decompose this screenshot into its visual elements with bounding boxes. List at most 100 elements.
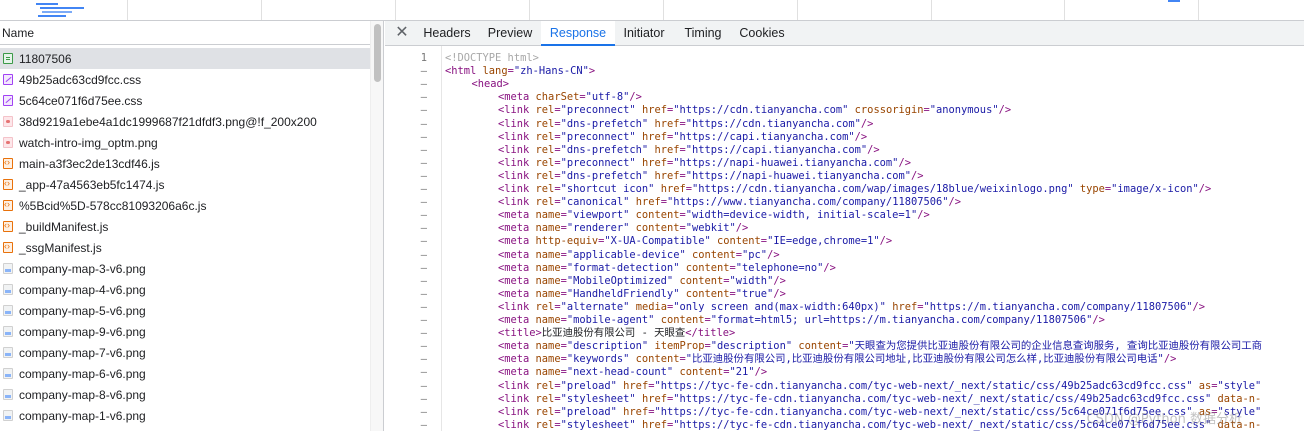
source-text: <head> bbox=[472, 78, 510, 91]
source-token: "stylesheet" bbox=[560, 392, 636, 405]
source-token: "preconnect" bbox=[560, 130, 636, 143]
request-list-scrollbar[interactable] bbox=[370, 21, 383, 431]
source-line: – <link rel="preconnect" href="https://cd… bbox=[385, 104, 1304, 117]
image-file-icon bbox=[3, 116, 13, 127]
source-token: <link bbox=[498, 392, 536, 405]
source-token: "IE=edge,chrome=1" bbox=[767, 235, 880, 248]
request-row[interactable]: _app-47a4563eb5fc1474.js bbox=[0, 174, 370, 195]
tab-headers[interactable]: Headers bbox=[415, 21, 479, 46]
request-row[interactable]: company-map-1-v6.png bbox=[0, 405, 370, 426]
source-line: – <meta name="format-detection" content="… bbox=[385, 262, 1304, 275]
source-line: – <meta name="MobileOptimized" content="w… bbox=[385, 275, 1304, 288]
source-token: "canonical" bbox=[560, 196, 630, 209]
waterfall-gridline bbox=[529, 0, 530, 20]
tab-cookies[interactable]: Cookies bbox=[733, 21, 791, 46]
source-token: "applicable-device" bbox=[566, 248, 686, 261]
source-token: content bbox=[798, 340, 843, 353]
request-row[interactable]: company-map-7-v6.png bbox=[0, 342, 370, 363]
source-token: "dns-prefetch" bbox=[560, 117, 649, 130]
image-file-icon bbox=[3, 389, 13, 400]
request-row[interactable]: company-map-9-v6.png bbox=[0, 321, 370, 342]
request-row[interactable]: 38d9219a1ebe4a1dc1999687f21dfdf3.png@!f_… bbox=[0, 111, 370, 132]
source-line: – <title>比亚迪股份有限公司 - 天眼查</title> bbox=[385, 327, 1304, 340]
tab-timing[interactable]: Timing bbox=[674, 21, 732, 46]
source-text: <meta name="MobileOptimized" content="wi… bbox=[498, 275, 786, 288]
line-number: – bbox=[420, 353, 427, 366]
source-token: /> bbox=[754, 366, 768, 379]
source-line: – <meta name="viewport" content="width=de… bbox=[385, 209, 1304, 222]
source-text: <meta name="keywords" content="比亚迪股份有限公司… bbox=[498, 353, 1176, 366]
line-number: – bbox=[420, 379, 427, 392]
request-row[interactable]: main-a3f3ec2de13cdf46.js bbox=[0, 153, 370, 174]
close-icon[interactable]: ✕ bbox=[393, 24, 411, 42]
source-token: "https://tyc-fe-cdn.tianyancha.com/tyc-w… bbox=[654, 379, 1193, 392]
source-text: <meta name="viewport" content="width=dev… bbox=[498, 209, 930, 222]
source-line: – <link rel="preconnect" href="https://na… bbox=[385, 157, 1304, 170]
request-row[interactable]: company-map-5-v6.png bbox=[0, 300, 370, 321]
source-token: <link bbox=[498, 156, 536, 169]
request-row[interactable]: _ssgManifest.js bbox=[0, 237, 370, 258]
source-line: – <head> bbox=[385, 78, 1304, 91]
source-text: <meta name="description" itemProp="descr… bbox=[498, 340, 1262, 353]
source-token: rel bbox=[535, 104, 555, 117]
source-token: rel bbox=[535, 169, 555, 182]
tab-initiator[interactable]: Initiator bbox=[616, 21, 672, 46]
source-token: "viewport" bbox=[566, 209, 630, 222]
request-name: company-map-8-v6.png bbox=[19, 387, 146, 402]
source-token: <link bbox=[498, 300, 536, 313]
source-token: "MobileOptimized" bbox=[566, 274, 674, 287]
source-line: – <meta name="next-head-count" content="2… bbox=[385, 366, 1304, 379]
image-file-icon bbox=[3, 368, 13, 379]
script-file-icon bbox=[3, 156, 13, 169]
source-token: type bbox=[1079, 183, 1105, 195]
name-column-header[interactable]: Name bbox=[0, 21, 383, 45]
line-number: – bbox=[420, 366, 427, 379]
source-token: <link bbox=[498, 418, 536, 431]
source-token: "format-detection" bbox=[566, 261, 680, 274]
request-row[interactable]: company-map-3-v6.png bbox=[0, 258, 370, 279]
request-row[interactable]: _buildManifest.js bbox=[0, 216, 370, 237]
request-row[interactable]: 11807506 bbox=[0, 48, 370, 69]
source-token: /> bbox=[823, 261, 836, 274]
source-token: "zh-Hans-CN" bbox=[513, 65, 589, 78]
network-waterfall-overview[interactable] bbox=[0, 0, 1304, 21]
source-token: rel bbox=[535, 418, 555, 431]
request-row[interactable]: company-map-4-v6.png bbox=[0, 279, 370, 300]
line-number: – bbox=[420, 104, 427, 117]
tab-preview[interactable]: Preview bbox=[480, 21, 540, 46]
request-row[interactable]: 5c64ce071f6d75ee.css bbox=[0, 90, 370, 111]
source-token: /> bbox=[917, 209, 930, 222]
request-name: _buildManifest.js bbox=[19, 219, 109, 234]
document-icon bbox=[3, 53, 13, 64]
script-file-icon bbox=[3, 198, 13, 211]
request-name: company-map-5-v6.png bbox=[19, 303, 146, 318]
source-token: "21" bbox=[729, 366, 755, 379]
request-row[interactable]: company-map-6-v6.png bbox=[0, 363, 370, 384]
watermark: CSDN @Python 数据分析 bbox=[1086, 412, 1242, 427]
source-token: "https://capi.tianyancha.com" bbox=[685, 143, 868, 156]
line-number: – bbox=[420, 78, 427, 91]
source-token: "https://napi-huawei.tianyancha.com" bbox=[685, 169, 911, 182]
source-line: – <link rel="dns-prefetch" href="https://… bbox=[385, 170, 1304, 183]
request-row[interactable]: company-map-8-v6.png bbox=[0, 384, 370, 405]
source-token: href bbox=[623, 379, 649, 392]
line-number: – bbox=[420, 130, 427, 143]
scrollbar-thumb[interactable] bbox=[374, 24, 381, 82]
source-line: – <link rel="shortcut icon" href="https:/… bbox=[385, 183, 1304, 196]
source-token: "shortcut icon" bbox=[560, 183, 655, 195]
source-line: – <link rel="stylesheet" href="https://ty… bbox=[385, 393, 1304, 406]
source-token: rel bbox=[535, 143, 555, 156]
source-token: content bbox=[635, 353, 680, 366]
source-token: "天眼查为您提供比亚迪股份有限公司的企业信息查询服务, 查询比亚迪股份有限公司工… bbox=[848, 340, 1263, 353]
request-row[interactable]: watch-intro-img_optm.png bbox=[0, 132, 370, 153]
source-token: "style" bbox=[1217, 379, 1262, 392]
source-text: <meta name="HandheldFriendly" content="t… bbox=[498, 288, 786, 301]
source-token: "pc" bbox=[742, 248, 768, 261]
request-row[interactable]: %5Bcid%5D-578cc81093206a6c.js bbox=[0, 195, 370, 216]
source-token: "dns-prefetch" bbox=[560, 169, 649, 182]
request-row[interactable]: 49b25adc63cd9fcc.css bbox=[0, 69, 370, 90]
tab-response[interactable]: Response bbox=[541, 21, 615, 46]
request-detail-panel: ✕ Headers Preview Response Initiator Tim… bbox=[385, 21, 1304, 431]
response-source-viewer[interactable]: 1 <!DOCTYPE html> – <html lang="zh-Hans-CN"… bbox=[385, 46, 1304, 431]
source-token: name bbox=[535, 353, 561, 366]
